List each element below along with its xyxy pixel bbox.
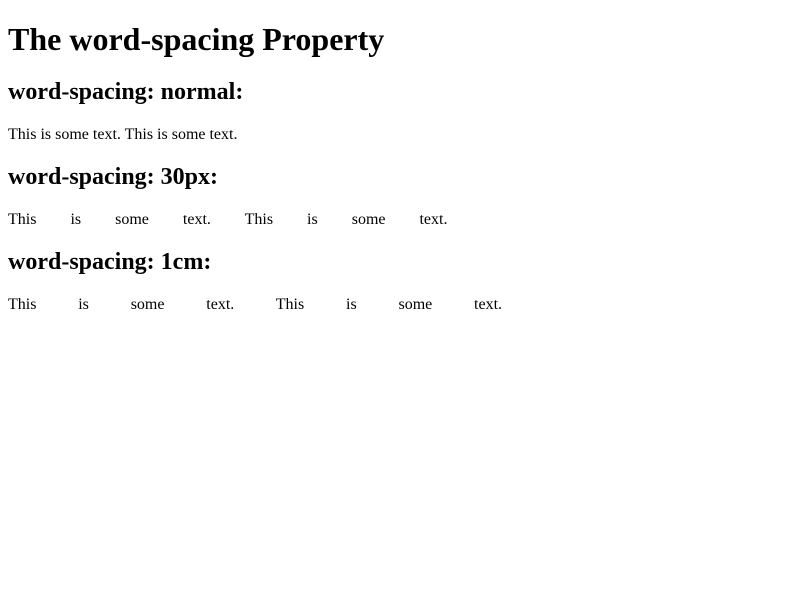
section-heading-30px: word-spacing: 30px: <box>8 164 792 191</box>
example-text-30px: This is some text. This is some text. <box>8 211 792 229</box>
example-text-normal: This is some text. This is some text. <box>8 126 792 144</box>
example-text-1cm: This is some text. This is some text. <box>8 296 792 314</box>
page-title: The word-spacing Property <box>8 21 792 58</box>
section-heading-1cm: word-spacing: 1cm: <box>8 249 792 276</box>
section-heading-normal: word-spacing: normal: <box>8 79 792 106</box>
